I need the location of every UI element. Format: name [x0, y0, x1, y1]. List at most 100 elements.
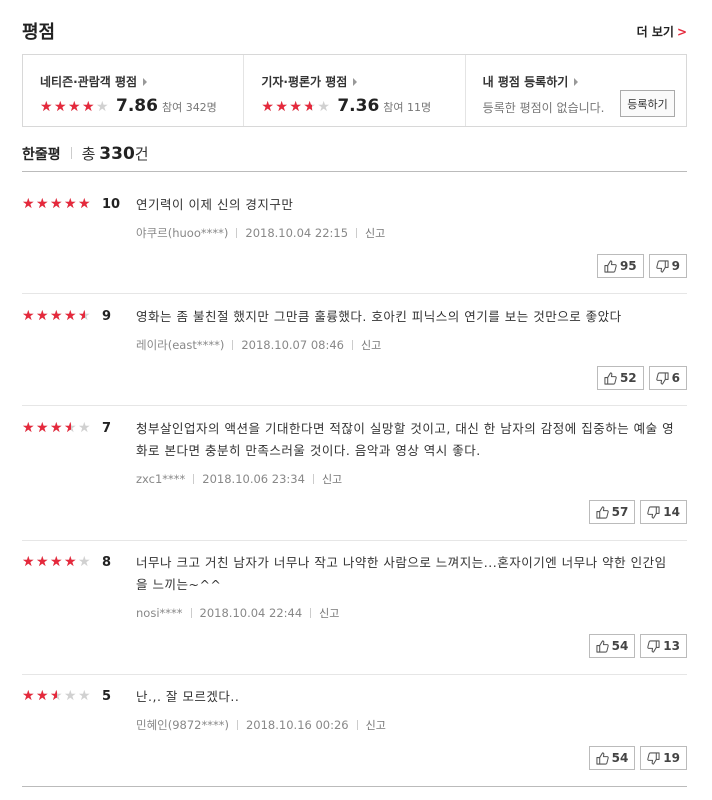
dislike-count: 9: [671, 259, 680, 273]
more-link-label[interactable]: 더 보기: [637, 25, 674, 39]
star-icon: ★★: [64, 308, 77, 324]
dislike-button[interactable]: 9: [648, 254, 687, 278]
dislike-button[interactable]: 14: [640, 500, 687, 524]
like-button[interactable]: 54: [588, 634, 636, 658]
star-fill: ★: [50, 197, 63, 211]
critic-score-label[interactable]: 기자·평론가 평점: [261, 73, 464, 90]
star-icon: ★★: [78, 420, 91, 436]
triangle-right-icon: [353, 78, 358, 86]
review-score: 5: [102, 689, 112, 704]
star-fill: ★: [36, 555, 49, 569]
star-icon: ★★: [36, 688, 49, 704]
star-fill: ★: [36, 689, 49, 703]
star-fill: ★: [22, 197, 35, 211]
review-item: ★★★★★★★★★★ 7 청부살인업자의 액션을 기대한다면 적잖이 실망할 것…: [22, 421, 687, 541]
more-link[interactable]: 더 보기 >: [637, 23, 687, 40]
review-score: 9: [102, 309, 112, 324]
netizen-stars: ★★★★★★★★★★: [40, 100, 110, 114]
star-icon: ★★: [50, 554, 63, 570]
star-icon: ★★: [64, 420, 77, 436]
star-fill: ★: [50, 421, 63, 435]
star-fill: ★: [22, 555, 35, 569]
star-icon: ★★: [22, 420, 35, 436]
divider: [356, 720, 358, 730]
review-meta: zxc1**** 2018.10.06 23:34 신고: [136, 471, 342, 487]
star-fill: ★: [275, 100, 288, 114]
star-icon: ★★: [50, 420, 63, 436]
divider: [22, 171, 687, 172]
report-link[interactable]: 신고: [365, 225, 385, 241]
divider: [312, 474, 314, 484]
report-link[interactable]: 신고: [322, 471, 342, 487]
divider: [193, 474, 195, 484]
thumbs-up-icon: [596, 505, 612, 519]
star-fill: ★: [82, 100, 95, 114]
thumbs-down-icon: [647, 505, 663, 519]
my-score-label[interactable]: 내 평점 등록하기: [483, 73, 686, 90]
star-fill: ★: [36, 309, 49, 323]
review-text: 너무나 크고 거친 남자가 너무나 작고 나약한 사람으로 느껴지는...혼자이…: [136, 555, 667, 592]
netizen-participants: 참여 342명: [161, 101, 217, 114]
report-link[interactable]: 신고: [361, 337, 381, 353]
review-score: 10: [102, 197, 121, 212]
review-text: 청부살인업자의 액션을 기대한다면 적잖이 실망할 것이고, 대신 한 남자의 …: [136, 421, 675, 458]
review-date: 2018.10.04 22:44: [199, 606, 303, 620]
dislike-count: 13: [663, 639, 680, 653]
star-icon: ★★: [303, 99, 316, 115]
like-button[interactable]: 54: [588, 746, 636, 770]
triangle-right-icon: [574, 78, 579, 86]
dislike-button[interactable]: 6: [648, 366, 687, 390]
star-fill: ★: [68, 100, 81, 114]
netizen-score-value: 7.86: [116, 96, 158, 116]
star-fill: ★: [36, 197, 49, 211]
critic-score: 기자·평론가 평점 ★★★★★★★★★★ 7.36 참여 11명: [243, 55, 464, 126]
like-count: 54: [611, 751, 629, 765]
thumbs-up-icon: [596, 751, 612, 765]
review-score: 7: [102, 421, 112, 436]
critic-score-label-text[interactable]: 기자·평론가 평점: [261, 75, 347, 89]
like-button[interactable]: 95: [596, 254, 644, 278]
oneline-unit: 건: [134, 145, 149, 163]
review-text: 연기력이 이제 신의 경지구만: [136, 197, 294, 212]
triangle-right-icon: [143, 78, 148, 86]
review-date: 2018.10.16 00:26: [245, 718, 349, 732]
like-button[interactable]: 52: [596, 366, 644, 390]
my-score-label-text[interactable]: 내 평점 등록하기: [483, 75, 569, 89]
report-link[interactable]: 신고: [366, 717, 386, 733]
star-fill: ★: [64, 555, 77, 569]
oneline-total-label: 총: [81, 145, 96, 163]
star-fill: ★: [50, 555, 63, 569]
star-fill: ★: [54, 100, 67, 114]
dislike-button[interactable]: 13: [640, 634, 687, 658]
netizen-score-label[interactable]: 네티즌·관람객 평점: [40, 73, 243, 90]
star-icon: ★★: [22, 554, 35, 570]
thumbs-down-icon: [655, 259, 672, 273]
like-count: 52: [619, 371, 637, 385]
page-title: 평점: [22, 22, 56, 43]
review-stars: ★★★★★★★★★★: [22, 689, 92, 703]
section-header: 평점 더 보기 >: [22, 16, 687, 46]
like-count: 57: [611, 505, 629, 519]
star-fill: ★: [22, 689, 35, 703]
star-icon: ★★: [36, 196, 49, 212]
report-link[interactable]: 신고: [319, 605, 339, 621]
review-date: 2018.10.04 22:15: [245, 226, 349, 240]
oneline-title: 한줄평: [22, 147, 61, 163]
critic-participants: 참여 11명: [383, 101, 432, 114]
star-icon: ★★: [96, 99, 109, 115]
dislike-button[interactable]: 19: [640, 746, 687, 770]
divider: [190, 608, 192, 618]
star-icon: ★★: [50, 196, 63, 212]
star-icon: ★★: [36, 420, 49, 436]
star-icon: ★★: [64, 688, 77, 704]
oneline-count: 330: [99, 144, 135, 164]
like-button[interactable]: 57: [588, 500, 636, 524]
star-icon: ★★: [275, 99, 288, 115]
register-button[interactable]: 등록하기: [619, 90, 675, 117]
review-meta: nosi**** 2018.10.04 22:44 신고: [136, 605, 339, 621]
star-icon: ★★: [22, 308, 35, 324]
star-fill: ★: [22, 309, 35, 323]
like-count: 95: [619, 259, 637, 273]
star-fill: ★: [64, 197, 77, 211]
netizen-score-label-text[interactable]: 네티즌·관람객 평점: [40, 75, 137, 89]
